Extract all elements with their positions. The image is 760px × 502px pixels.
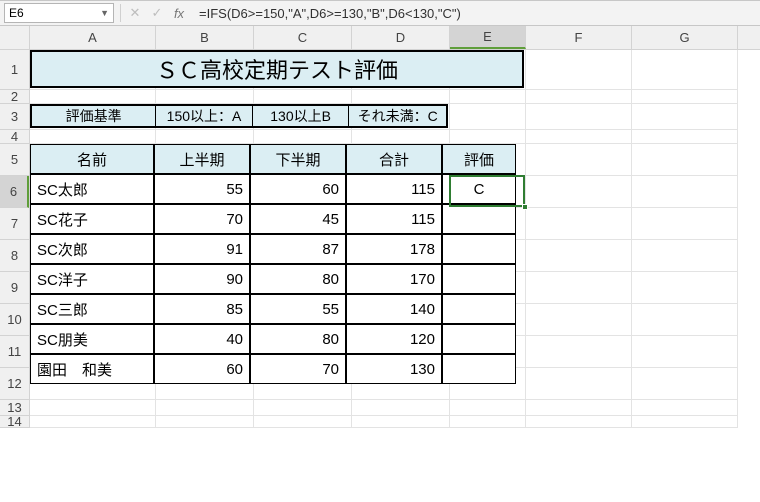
table-cell[interactable]: SC花子 (30, 204, 154, 234)
table-cell[interactable]: SC太郎 (30, 174, 154, 204)
criteria-cell[interactable]: それ未満：C (349, 106, 446, 126)
fx-icon[interactable]: fx (171, 6, 187, 21)
select-all-corner[interactable] (0, 26, 30, 50)
row-header-11[interactable]: 11 (0, 336, 29, 368)
formula-input[interactable] (193, 3, 760, 23)
table-cell[interactable]: 140 (346, 294, 442, 324)
col-header-C[interactable]: C (254, 26, 352, 49)
spreadsheet-grid: 1234567891011121314 ABCDEFG ＳＣ高校定期テスト評価評… (0, 26, 760, 502)
table-cell[interactable]: 80 (250, 264, 346, 294)
table-cell[interactable]: SC三郎 (30, 294, 154, 324)
row-header-3[interactable]: 3 (0, 104, 29, 130)
left-gutter: 1234567891011121314 (0, 26, 30, 502)
table-cell[interactable] (442, 294, 516, 324)
table-header[interactable]: 上半期 (154, 144, 250, 174)
row-header-1[interactable]: 1 (0, 50, 29, 90)
table-cell[interactable]: 40 (154, 324, 250, 354)
grid-body: ABCDEFG ＳＣ高校定期テスト評価評価基準150以上：A130以上Bそれ未満… (30, 26, 760, 502)
table-cell[interactable]: C (442, 174, 516, 204)
row-header-12[interactable]: 12 (0, 368, 29, 400)
table-cell[interactable] (442, 324, 516, 354)
table-header[interactable]: 評価 (442, 144, 516, 174)
criteria-row: 評価基準150以上：A130以上Bそれ未満：C (30, 104, 448, 128)
row-header-6[interactable]: 6 (0, 176, 29, 208)
table-cell[interactable] (442, 354, 516, 384)
criteria-cell[interactable]: 130以上B (253, 106, 350, 126)
row-header-9[interactable]: 9 (0, 272, 29, 304)
row-header-10[interactable]: 10 (0, 304, 29, 336)
col-header-D[interactable]: D (352, 26, 450, 49)
criteria-cell[interactable]: 評価基準 (32, 106, 156, 126)
row-header-4[interactable]: 4 (0, 130, 29, 144)
row-header-14[interactable]: 14 (0, 416, 29, 428)
name-box[interactable]: E6 ▼ (4, 3, 114, 23)
row-header-7[interactable]: 7 (0, 208, 29, 240)
table-cell[interactable]: 120 (346, 324, 442, 354)
row-header-8[interactable]: 8 (0, 240, 29, 272)
table-cell[interactable] (442, 234, 516, 264)
table-cell[interactable]: 178 (346, 234, 442, 264)
table-cell[interactable]: 115 (346, 204, 442, 234)
col-header-B[interactable]: B (156, 26, 254, 49)
sheet-title[interactable]: ＳＣ高校定期テスト評価 (30, 50, 524, 88)
separator (120, 4, 121, 22)
criteria-cell[interactable]: 150以上：A (156, 106, 253, 126)
column-headers: ABCDEFG (30, 26, 760, 50)
table-cell[interactable] (442, 204, 516, 234)
table-cell[interactable]: 70 (250, 354, 346, 384)
table-cell[interactable]: 55 (250, 294, 346, 324)
col-header-E[interactable]: E (450, 26, 526, 49)
table-cell[interactable]: 115 (346, 174, 442, 204)
table-cell[interactable]: 130 (346, 354, 442, 384)
row-header-2[interactable]: 2 (0, 90, 29, 104)
formula-bar: E6 ▼ ✕ ✓ fx (0, 0, 760, 26)
data-table: 名前上半期下半期合計評価SC太郎5560115CSC花子7045115SC次郎9… (30, 144, 516, 384)
col-header-F[interactable]: F (526, 26, 632, 49)
table-cell[interactable]: SC洋子 (30, 264, 154, 294)
table-header[interactable]: 合計 (346, 144, 442, 174)
table-cell[interactable]: 園田 和美 (30, 354, 154, 384)
row-header-5[interactable]: 5 (0, 144, 29, 176)
table-cell[interactable]: 87 (250, 234, 346, 264)
table-cell[interactable]: 55 (154, 174, 250, 204)
table-cell[interactable]: 60 (250, 174, 346, 204)
table-cell[interactable] (442, 264, 516, 294)
table-header[interactable]: 名前 (30, 144, 154, 174)
cells-layer[interactable]: ＳＣ高校定期テスト評価評価基準150以上：A130以上Bそれ未満：C 名前上半期下… (30, 50, 738, 428)
table-cell[interactable]: 90 (154, 264, 250, 294)
table-cell[interactable]: 85 (154, 294, 250, 324)
table-cell[interactable]: 60 (154, 354, 250, 384)
chevron-down-icon[interactable]: ▼ (100, 8, 109, 18)
table-cell[interactable]: 91 (154, 234, 250, 264)
col-header-A[interactable]: A (30, 26, 156, 49)
table-cell[interactable]: SC朋美 (30, 324, 154, 354)
table-cell[interactable]: 80 (250, 324, 346, 354)
cancel-icon[interactable]: ✕ (127, 5, 143, 21)
row-headers: 1234567891011121314 (0, 50, 30, 428)
table-cell[interactable]: 70 (154, 204, 250, 234)
table-cell[interactable]: 170 (346, 264, 442, 294)
check-icon[interactable]: ✓ (149, 5, 165, 21)
col-header-G[interactable]: G (632, 26, 738, 49)
name-box-value: E6 (9, 6, 24, 20)
table-cell[interactable]: 45 (250, 204, 346, 234)
table-cell[interactable]: SC次郎 (30, 234, 154, 264)
table-header[interactable]: 下半期 (250, 144, 346, 174)
